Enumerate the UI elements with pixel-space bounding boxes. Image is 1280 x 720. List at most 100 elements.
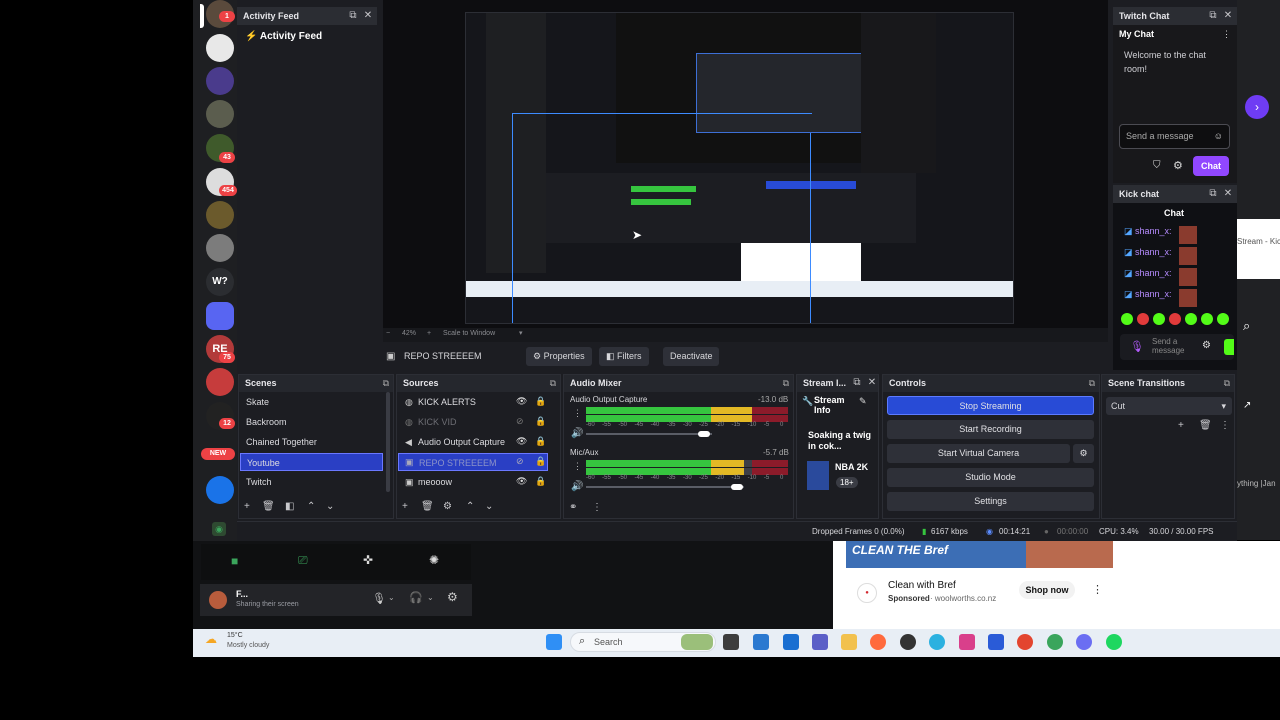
- emote-icon[interactable]: [1217, 313, 1229, 325]
- move-up-icon[interactable]: ⌃: [466, 501, 474, 512]
- move-down-icon[interactable]: ⌄: [485, 501, 493, 512]
- eye-icon[interactable]: 👁: [516, 476, 527, 487]
- eye-icon[interactable]: 👁: [516, 396, 527, 407]
- server-icon[interactable]: [206, 234, 234, 262]
- deactivate-button[interactable]: Deactivate: [663, 347, 719, 366]
- source-item[interactable]: KICK VID: [398, 413, 548, 431]
- trash-icon[interactable]: 🗑: [421, 501, 434, 512]
- zoom-out-icon[interactable]: −: [386, 330, 390, 337]
- dock-menu-icon[interactable]: ⧉: [783, 375, 789, 392]
- filter-icon[interactable]: ◧: [285, 501, 294, 512]
- chevron-down-icon[interactable]: ▾: [519, 329, 523, 337]
- close-icon[interactable]: ✕: [361, 7, 375, 25]
- undock-icon[interactable]: ⧉: [346, 7, 360, 25]
- scene-item[interactable]: Chained Together: [240, 433, 382, 451]
- virtual-camera-settings-button[interactable]: ⚙: [1073, 444, 1094, 463]
- gear-icon[interactable]: ⚙: [447, 590, 458, 604]
- edit-icon[interactable]: ✎: [859, 396, 867, 407]
- weather-icon[interactable]: ☁: [205, 632, 217, 646]
- eye-hidden-icon[interactable]: ⊘: [516, 416, 524, 427]
- volume-slider[interactable]: [586, 433, 712, 435]
- sponsored-ad[interactable]: CLEAN THE Bref ● Clean with Bref Sponsor…: [833, 541, 1280, 629]
- lock-icon[interactable]: 🔒: [535, 476, 546, 487]
- lock-icon[interactable]: 🔒: [535, 416, 546, 427]
- discord-icon[interactable]: [1076, 634, 1092, 650]
- add-icon[interactable]: +: [244, 501, 250, 512]
- emote-icon[interactable]: [1169, 313, 1181, 325]
- headphones-icon[interactable]: 🎧: [409, 591, 423, 604]
- chevron-right-icon[interactable]: ›: [1245, 95, 1269, 119]
- emote-icon[interactable]: [1185, 313, 1197, 325]
- dock-menu-icon[interactable]: ⧉: [1089, 375, 1095, 392]
- studio-mode-button[interactable]: Studio Mode: [887, 468, 1094, 487]
- server-icon[interactable]: [206, 201, 234, 229]
- chevron-down-icon[interactable]: ⌄: [427, 593, 434, 602]
- filters-button[interactable]: ◧ Filters: [599, 347, 649, 366]
- more-icon[interactable]: ⋮: [1220, 420, 1230, 431]
- zoom-in-icon[interactable]: +: [427, 330, 431, 337]
- start-icon[interactable]: [546, 634, 562, 650]
- volume-slider-handle[interactable]: [731, 484, 743, 490]
- properties-button[interactable]: ⚙ Properties: [526, 347, 592, 366]
- speaker-icon[interactable]: 🔊: [571, 428, 583, 439]
- start-recording-button[interactable]: Start Recording: [887, 420, 1094, 439]
- emote-icon[interactable]: ☺: [1214, 125, 1223, 148]
- source-item-selected[interactable]: REPO STREEEEM: [398, 453, 548, 471]
- add-icon[interactable]: +: [1178, 420, 1184, 431]
- soundboard-icon[interactable]: ✺: [429, 553, 439, 567]
- more-icon[interactable]: ⋮: [592, 502, 602, 513]
- scale-mode[interactable]: Scale to Window: [443, 330, 495, 337]
- close-icon[interactable]: ✕: [865, 374, 879, 391]
- scene-item[interactable]: Backroom: [240, 413, 382, 431]
- lock-icon[interactable]: 🔒: [535, 396, 546, 407]
- activities-icon[interactable]: ✜: [363, 553, 373, 567]
- start-virtual-camera-button[interactable]: Start Virtual Camera: [887, 444, 1070, 463]
- obs-icon[interactable]: [900, 634, 916, 650]
- kick-send-button[interactable]: [1224, 339, 1234, 355]
- stop-streaming-button[interactable]: Stop Streaming: [887, 396, 1094, 415]
- app-icon[interactable]: [988, 634, 1004, 650]
- settings-button[interactable]: Settings: [887, 492, 1094, 511]
- volume-slider-handle[interactable]: [698, 431, 710, 437]
- more-icon[interactable]: ⋮: [1092, 583, 1103, 596]
- link-icon[interactable]: ⚭: [569, 502, 577, 513]
- gear-icon[interactable]: ⚙: [1202, 340, 1211, 351]
- search-icon[interactable]: ⌕: [1243, 318, 1250, 334]
- server-icon[interactable]: [206, 368, 234, 396]
- emote-bar[interactable]: [1121, 313, 1233, 327]
- server-icon[interactable]: [206, 34, 234, 62]
- dock-menu-icon[interactable]: ⧉: [1224, 375, 1230, 392]
- server-icon[interactable]: [206, 100, 234, 128]
- taskbar-search[interactable]: ⌕ Search: [570, 632, 716, 652]
- task-view-icon[interactable]: [723, 634, 739, 650]
- share-icon[interactable]: ↗: [1243, 400, 1251, 411]
- app-icon[interactable]: [783, 634, 799, 650]
- teams-icon[interactable]: [812, 634, 828, 650]
- copilot-icon[interactable]: [870, 634, 886, 650]
- chrome-icon[interactable]: [1047, 634, 1063, 650]
- server-icon[interactable]: [206, 476, 234, 504]
- chat-send-button[interactable]: Chat: [1193, 156, 1229, 176]
- close-icon[interactable]: ✕: [1221, 7, 1235, 25]
- app-icon[interactable]: [959, 634, 975, 650]
- undock-icon[interactable]: ⧉: [1206, 185, 1220, 203]
- eye-icon[interactable]: 👁: [516, 436, 527, 447]
- undock-icon[interactable]: ⧉: [1206, 7, 1220, 25]
- lock-icon[interactable]: 🔒: [535, 436, 546, 447]
- channel-menu-icon[interactable]: ⋮: [573, 461, 582, 472]
- channel-menu-icon[interactable]: ⋮: [573, 408, 582, 419]
- screen-share-icon[interactable]: ⎚: [298, 553, 308, 568]
- add-icon[interactable]: +: [402, 501, 408, 512]
- microphone-icon[interactable]: 🎙: [372, 592, 386, 605]
- move-down-icon[interactable]: ⌄: [326, 501, 334, 512]
- lock-icon[interactable]: 🔒: [535, 456, 546, 467]
- move-up-icon[interactable]: ⌃: [307, 501, 315, 512]
- scene-item[interactable]: Skate: [240, 393, 382, 411]
- file-explorer-icon[interactable]: [841, 634, 857, 650]
- scrollbar[interactable]: [386, 392, 390, 492]
- scene-item-selected[interactable]: Youtube: [240, 453, 383, 471]
- more-icon[interactable]: ⋮: [1222, 29, 1231, 40]
- dock-menu-icon[interactable]: ⧉: [383, 375, 389, 392]
- emote-icon[interactable]: [1201, 313, 1213, 325]
- twitch-chat-input[interactable]: Send a message ☺: [1119, 124, 1230, 149]
